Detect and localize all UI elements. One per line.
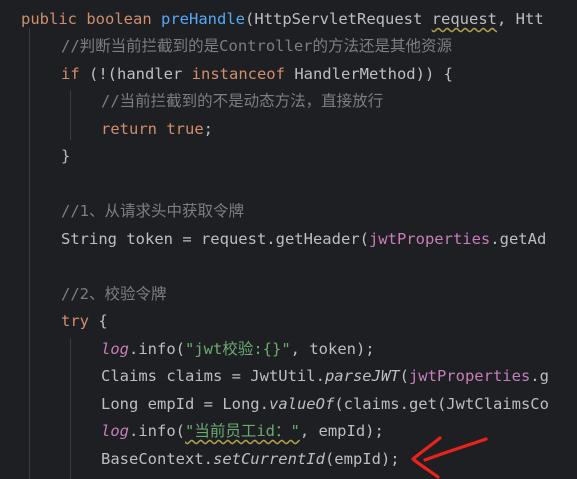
- string-literal: "jwt校验:{}": [185, 340, 291, 358]
- field-log: log: [101, 422, 129, 440]
- code-line-method-signature[interactable]: public boolean preHandle(HttpServletRequ…: [21, 6, 544, 34]
- keyword-instanceof: instanceof: [191, 65, 285, 83]
- code-line-emp-id[interactable]: Long empId = Long.valueOf(claims.get(Jwt…: [101, 391, 549, 419]
- method-parsejwt: parseJWT: [324, 367, 400, 385]
- code-text: (!(handler: [79, 65, 192, 83]
- paren-open: (: [399, 367, 409, 385]
- code-text: .info(: [129, 340, 185, 358]
- code-line-set-current-id[interactable]: BaseContext.setCurrentId(empId);: [101, 446, 400, 474]
- comment-text: //2、校验令牌: [61, 285, 167, 303]
- code-line-close-brace[interactable]: }: [61, 143, 70, 171]
- code-line-log-jwt[interactable]: log.info("jwt校验:{}", token);: [101, 336, 375, 364]
- field-log: log: [101, 340, 129, 358]
- code-text: (claims.get(JwtClaimsCo: [334, 395, 549, 413]
- code-line-log-emp[interactable]: log.info("当前员工id：", empId);: [101, 418, 384, 446]
- keyword-boolean: boolean: [86, 10, 152, 28]
- code-editor[interactable]: public boolean preHandle(HttpServletRequ…: [0, 0, 577, 479]
- code-line-comment[interactable]: //1、从请求头中获取令牌: [61, 198, 244, 226]
- indent-guide: [70, 90, 71, 140]
- param-type: HttpServletRequest: [254, 10, 423, 28]
- code-line-return[interactable]: return true;: [101, 116, 213, 144]
- keyword-try: try: [61, 312, 89, 330]
- code-text: HandlerMethod)) {: [284, 65, 453, 83]
- code-text: String token = request.getHeader(: [61, 230, 369, 248]
- keyword-true: true: [166, 120, 204, 138]
- code-text: , empId);: [299, 422, 384, 440]
- keyword-return: return: [101, 120, 157, 138]
- code-text: .info(: [129, 422, 185, 440]
- signature-rest: , Htt: [497, 10, 544, 28]
- open-brace: {: [89, 312, 108, 330]
- code-line-if[interactable]: if (!(handler instanceof HandlerMethod))…: [61, 61, 453, 89]
- field-jwtproperties: jwtProperties: [368, 230, 491, 248]
- code-line-get-token[interactable]: String token = request.getHeader(jwtProp…: [61, 226, 546, 254]
- param-name-request: request: [431, 10, 498, 28]
- field-jwtproperties: jwtProperties: [408, 367, 531, 385]
- code-text: Long empId = Long.: [101, 395, 269, 413]
- keyword-public: public: [21, 10, 77, 28]
- semicolon: ;: [203, 120, 214, 138]
- code-text: Claims claims = JwtUtil.: [101, 367, 325, 385]
- code-line-comment[interactable]: //2、校验令牌: [61, 281, 167, 309]
- code-line-try[interactable]: try {: [61, 308, 108, 336]
- arrow-head: [411, 436, 442, 479]
- method-name-prehandle: preHandle: [161, 10, 246, 28]
- comment-text: //当前拦截到的不是动态方法，直接放行: [101, 92, 384, 110]
- method-valueof: valueOf: [268, 395, 335, 413]
- code-text: .getAd: [490, 230, 547, 248]
- code-line-parse-jwt[interactable]: Claims claims = JwtUtil.parseJWT(jwtProp…: [101, 363, 549, 391]
- code-line-comment[interactable]: //判断当前拦截到的是Controller的方法还是其他资源: [61, 33, 452, 61]
- code-text: (empId);: [324, 450, 400, 468]
- code-text: , token);: [290, 340, 375, 358]
- keyword-if: if: [61, 65, 80, 83]
- close-brace: }: [61, 147, 71, 165]
- string-literal: "当前员工id：": [185, 422, 300, 440]
- paren-open: (: [245, 10, 255, 28]
- code-text: .g: [530, 367, 549, 385]
- method-setcurrentid: setCurrentId: [212, 450, 325, 468]
- comment-text: //1、从请求头中获取令牌: [61, 202, 244, 220]
- code-text: BaseContext.: [101, 450, 213, 468]
- indent-guide: [29, 28, 30, 479]
- comment-text: //判断当前拦截到的是Controller的方法还是其他资源: [61, 37, 452, 55]
- code-line-comment[interactable]: //当前拦截到的不是动态方法，直接放行: [101, 88, 383, 116]
- indent-guide: [70, 338, 71, 479]
- arrow-curve: [423, 437, 488, 462]
